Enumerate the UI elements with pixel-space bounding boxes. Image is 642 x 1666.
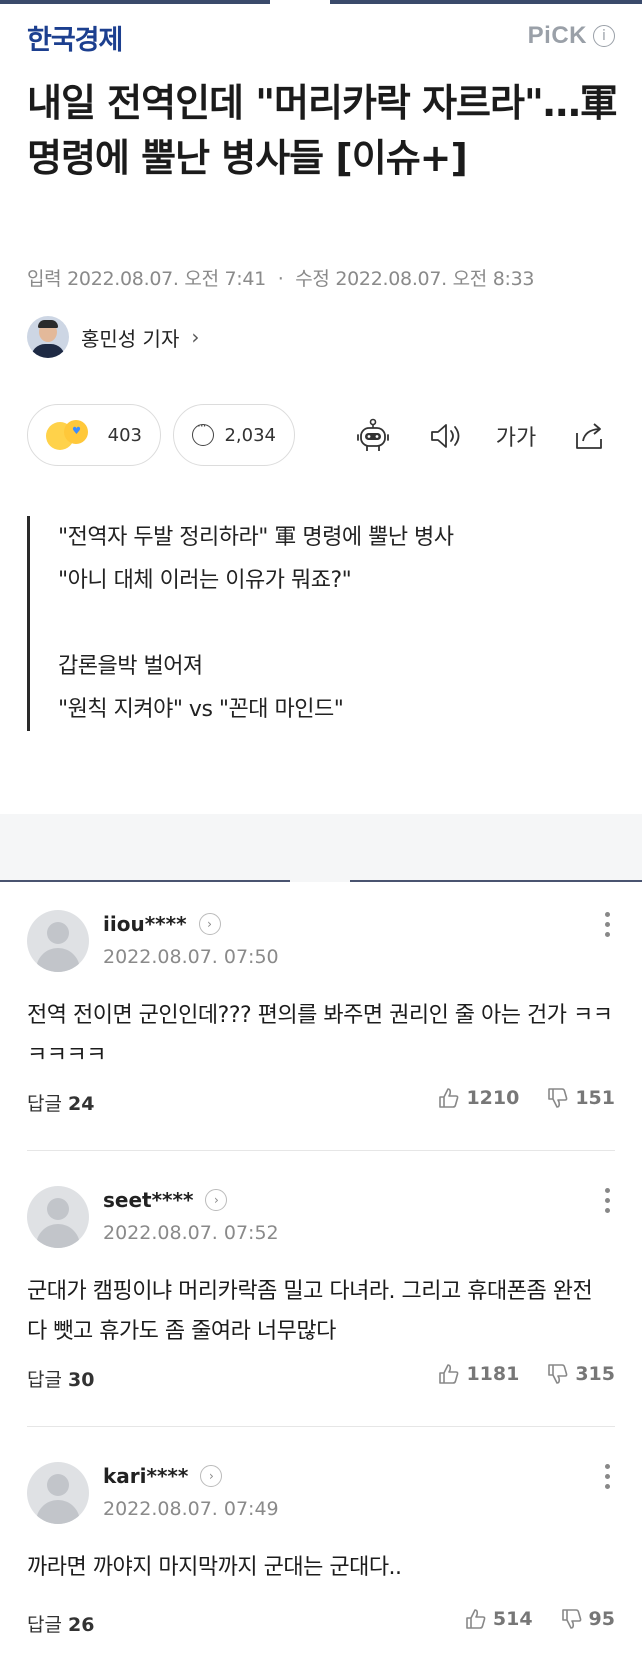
comment-separator	[27, 1150, 615, 1151]
thumbs-down-icon	[561, 1609, 581, 1629]
like-button[interactable]: 1181	[438, 1363, 519, 1385]
comment-item: seet**** › 2022.08.07. 07:52 군대가 캠핑이냐 머리…	[27, 1186, 615, 1396]
pick-label: PiCK	[527, 22, 587, 49]
reply-count: 30	[68, 1369, 95, 1391]
reply-label: 답글	[27, 1093, 62, 1115]
comment-text: 까라면 까야지 마지막까지 군대는 군대다..	[27, 1555, 402, 1580]
thumbs-up-icon	[466, 1609, 486, 1629]
modified-date: 2022.08.07. 오전 8:33	[335, 268, 535, 290]
section-divider	[0, 814, 642, 882]
like-button[interactable]: 514	[465, 1608, 533, 1630]
summary-line: "전역자 두발 정리하라" 軍 명령에 뿔난 병사	[58, 525, 454, 550]
username-text: seet****	[103, 1188, 194, 1212]
top-accent-line-right	[330, 0, 642, 4]
pick-badge[interactable]: PiCK i	[528, 22, 615, 50]
reply-count: 24	[68, 1093, 95, 1115]
top-accent-line-left	[0, 0, 270, 4]
comment-item: kari**** › 2022.08.07. 07:49 까라면 까야지 마지막…	[27, 1462, 615, 1642]
chevron-right-icon[interactable]: ›	[198, 913, 221, 935]
comment-text: 전역 전이면 군인인데??? 편의를 봐주면 권리인 줄 아는 건가 ㅋㅋㅋㅋㅋ…	[27, 1003, 613, 1068]
divider-line-left	[0, 880, 290, 882]
dislike-count: 95	[588, 1608, 615, 1630]
info-icon[interactable]: i	[593, 25, 615, 47]
reaction-emoji-icon: ♥	[46, 418, 98, 452]
article-summary: "전역자 두발 정리하라" 軍 명령에 뿔난 병사 "아니 대체 이러는 이유가…	[27, 516, 454, 731]
input-date: 2022.08.07. 오전 7:41	[67, 268, 266, 290]
share-icon[interactable]	[569, 418, 611, 454]
user-avatar[interactable]	[27, 1462, 89, 1524]
summary-line: 갑론을박 벌어져	[58, 654, 203, 679]
summary-line: "아니 대체 이러는 이유가 뭐죠?"	[58, 568, 352, 593]
input-label: 입력	[27, 268, 62, 290]
reporter-avatar	[27, 316, 69, 358]
more-options-icon[interactable]	[603, 1464, 611, 1489]
dislike-count: 315	[575, 1363, 615, 1385]
vote-group: 514 95	[465, 1608, 615, 1630]
reporter-name: 홍민성 기자	[81, 326, 180, 351]
comment-username[interactable]: seet**** ›	[103, 1188, 228, 1212]
user-avatar[interactable]	[27, 1186, 89, 1248]
thumbs-up-icon	[439, 1364, 459, 1384]
font-size-icon[interactable]: 가가	[492, 418, 540, 454]
like-button[interactable]: 1210	[438, 1087, 519, 1109]
reply-button[interactable]: 답글 30	[27, 1365, 94, 1392]
chevron-right-icon[interactable]: ›	[205, 1189, 228, 1211]
comment-date: 2022.08.07. 07:50	[103, 946, 279, 968]
robot-summary-icon[interactable]	[352, 418, 394, 454]
user-avatar[interactable]	[27, 910, 89, 972]
comment-username[interactable]: iiou**** ›	[103, 912, 221, 936]
article-action-bar: ♥ 403 2,034 가가	[27, 404, 615, 468]
vote-group: 1181 315	[438, 1363, 615, 1385]
comment-separator	[27, 1426, 615, 1427]
thumbs-up-icon	[439, 1088, 459, 1108]
comment-text: 군대가 캠핑이냐 머리카락좀 밀고 다녀라. 그리고 휴대폰좀 완전 다 뺏고 …	[27, 1279, 593, 1344]
comment-count: 2,034	[224, 424, 276, 446]
comment-date: 2022.08.07. 07:52	[103, 1222, 279, 1244]
article-dates: 입력 2022.08.07. 오전 7:41 · 수정 2022.08.07. …	[27, 264, 534, 291]
reporter-link[interactable]: 홍민성 기자 ›	[27, 316, 199, 358]
like-count: 514	[492, 1608, 533, 1630]
press-logo[interactable]: 한국경제	[27, 18, 123, 57]
username-text: iiou****	[103, 912, 187, 936]
header: 한국경제 PiCK i	[27, 16, 615, 56]
vote-group: 1210 151	[438, 1087, 615, 1109]
comment-count-button[interactable]: 2,034	[173, 404, 295, 466]
dislike-count: 151	[575, 1087, 615, 1109]
thumbs-down-icon	[548, 1364, 568, 1384]
modified-label: 수정	[295, 268, 330, 290]
chevron-right-icon[interactable]: ›	[200, 1465, 223, 1487]
reply-button[interactable]: 답글 26	[27, 1610, 94, 1637]
date-separator: ·	[277, 268, 284, 290]
divider-line-right	[350, 880, 642, 882]
reply-label: 답글	[27, 1614, 62, 1636]
more-options-icon[interactable]	[603, 912, 611, 937]
article-title: 내일 전역인데 "머리카락 자르라"…軍 명령에 뿔난 병사들 [이슈+]	[27, 81, 618, 180]
thumbs-down-icon	[548, 1088, 568, 1108]
reaction-count: 403	[107, 424, 142, 446]
comment-bubble-icon	[192, 419, 215, 446]
username-text: kari****	[103, 1464, 189, 1488]
like-count: 1210	[466, 1087, 520, 1109]
reply-label: 답글	[27, 1369, 62, 1391]
comment-item: iiou**** › 2022.08.07. 07:50 전역 전이면 군인인데…	[27, 910, 615, 1120]
reaction-button[interactable]: ♥ 403	[27, 404, 161, 466]
comment-username[interactable]: kari**** ›	[103, 1464, 223, 1488]
speaker-icon[interactable]	[425, 418, 467, 454]
like-count: 1181	[466, 1363, 520, 1385]
chevron-right-icon: ›	[191, 325, 200, 349]
comment-date: 2022.08.07. 07:49	[103, 1498, 279, 1520]
reply-button[interactable]: 답글 24	[27, 1089, 94, 1116]
dislike-button[interactable]: 151	[547, 1087, 615, 1109]
summary-line: "원칙 지켜야" vs "꼰대 마인드"	[58, 697, 344, 722]
dislike-button[interactable]: 95	[561, 1608, 615, 1630]
dislike-button[interactable]: 315	[547, 1363, 615, 1385]
reply-count: 26	[68, 1614, 95, 1636]
more-options-icon[interactable]	[603, 1188, 611, 1213]
